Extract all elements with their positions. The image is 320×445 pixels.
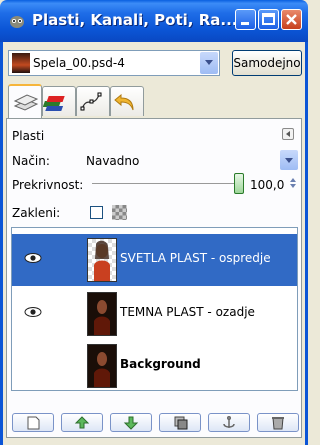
auto-button[interactable]: Samodejno	[232, 50, 302, 76]
layer-row[interactable]: TEMNA PLAST - ozadje	[12, 288, 297, 340]
minimize-icon	[241, 22, 249, 25]
layer-name[interactable]: SVETLA PLAST - ospredje	[120, 251, 271, 265]
maximize-button[interactable]	[258, 9, 279, 30]
eye-icon[interactable]	[24, 252, 42, 264]
arrow-up-icon	[74, 416, 90, 429]
paths-icon	[80, 92, 102, 111]
lock-label: Zakleni:	[12, 206, 61, 220]
opacity-label: Prekrivnost:	[12, 178, 84, 192]
new-page-icon	[27, 416, 40, 430]
arrow-down-icon	[123, 416, 139, 430]
duplicate-icon	[174, 416, 188, 430]
maximize-icon	[262, 13, 275, 25]
opacity-slider-track[interactable]	[92, 183, 234, 184]
layer-row[interactable]: SVETLA PLAST - ospredje	[12, 234, 297, 286]
mode-select[interactable]: Navadno	[86, 150, 298, 172]
undo-icon	[114, 93, 134, 111]
layers-list[interactable]: SVETLA PLAST - ospredje TEMNA PLAST - oz…	[11, 227, 298, 391]
chevron-down-icon[interactable]	[200, 52, 218, 74]
layer-name[interactable]: Background	[120, 357, 201, 371]
opacity-slider-handle[interactable]	[234, 173, 244, 194]
duplicate-layer-button[interactable]	[159, 413, 201, 432]
delete-layer-button[interactable]	[257, 413, 299, 432]
new-layer-button[interactable]	[12, 413, 54, 432]
close-button[interactable]	[281, 9, 302, 30]
layers-icon	[13, 94, 39, 111]
anchor-icon	[223, 416, 235, 428]
panel-menu-button[interactable]	[282, 128, 294, 140]
layer-thumbnail	[87, 344, 117, 388]
anchor-layer-button[interactable]	[208, 413, 250, 432]
chevron-down-icon[interactable]	[280, 150, 298, 170]
tab-paths[interactable]	[76, 86, 110, 116]
channels-icon	[42, 96, 65, 111]
layer-row[interactable]: Background	[12, 340, 297, 390]
layer-name[interactable]: TEMNA PLAST - ozadje	[120, 305, 255, 319]
mode-label: Način:	[12, 154, 50, 168]
panel-title: Plasti	[12, 129, 45, 143]
opacity-value[interactable]: 100,0	[250, 178, 284, 192]
image-thumbnail	[12, 53, 30, 73]
close-icon	[286, 14, 297, 25]
tab-channels[interactable]	[42, 86, 76, 116]
gimp-app-icon	[10, 16, 24, 28]
trash-icon	[272, 417, 284, 430]
eye-icon[interactable]	[24, 306, 42, 318]
layer-thumbnail	[87, 238, 117, 282]
minimize-button[interactable]	[235, 9, 256, 30]
raise-layer-button[interactable]	[61, 413, 103, 432]
tab-undo[interactable]	[110, 86, 144, 116]
mode-value: Navadno	[86, 154, 140, 168]
layer-thumbnail	[87, 292, 117, 336]
spin-arrows-icon[interactable]	[288, 176, 298, 190]
alpha-lock-icon[interactable]	[112, 205, 127, 220]
tab-layers[interactable]	[8, 84, 42, 118]
window-title-bar[interactable]: Plasti, Kanali, Poti, Ra...	[0, 0, 308, 42]
image-selector-value: Spela_00.psd-4	[33, 56, 125, 70]
layer-button-bar	[12, 413, 300, 433]
window-title: Plasti, Kanali, Poti, Ra...	[32, 11, 238, 29]
lock-pixels-checkbox[interactable]	[90, 206, 103, 219]
lower-layer-button[interactable]	[110, 413, 152, 432]
image-selector[interactable]: Spela_00.psd-4	[8, 50, 220, 76]
